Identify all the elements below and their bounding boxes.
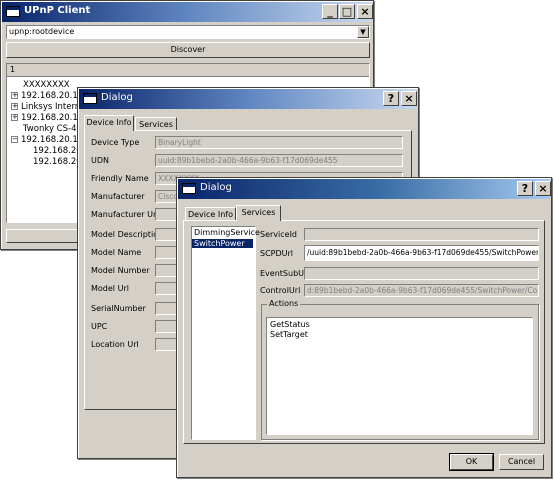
field-label: ControlUrl (260, 286, 301, 295)
field-label: Model Name (91, 248, 142, 257)
dialog2-titlebar[interactable]: Dialog ? × (178, 179, 551, 199)
dialog-icon (182, 183, 196, 194)
field-label: Friendly Name (91, 174, 149, 183)
field-label: EventSubUrl (260, 269, 310, 278)
field-label: Location Url (91, 340, 139, 349)
main-title: UPnP Client (24, 5, 91, 16)
field-label: Model Url (91, 284, 129, 293)
list-item[interactable]: SetTarget (268, 330, 308, 339)
field-label: Device Type (91, 138, 140, 147)
dialog1-title: Dialog (101, 92, 133, 103)
services-dialog: Dialog ? × Device Info Services DimmingS… (176, 177, 552, 478)
help-button[interactable]: ? (383, 91, 399, 106)
service-list[interactable]: DimmingService SwitchPower (191, 226, 260, 440)
main-titlebar[interactable]: UPnP Client _ □ × (2, 2, 373, 22)
cancel-button[interactable]: Cancel (499, 454, 544, 470)
dialog-icon (83, 93, 97, 104)
collapse-icon[interactable]: − (11, 136, 18, 143)
maximize-button[interactable]: □ (339, 4, 355, 19)
dialog1-titlebar[interactable]: Dialog ? × (79, 89, 417, 109)
tree-item[interactable]: 192.168.20 (33, 146, 82, 156)
tree-item[interactable]: Twonky CS-40 (23, 124, 82, 134)
field-label: UPC (91, 322, 108, 331)
tab-device-info[interactable]: Device Info (185, 207, 236, 221)
tree-count: 1 (10, 65, 16, 74)
scpd-url-field[interactable]: /uuid:89b1bebd-2a0b-466a-9b63-f17d069de4… (304, 245, 539, 261)
dialog2-title: Dialog (200, 182, 232, 193)
close-button[interactable]: × (357, 4, 373, 19)
field-label: ServiceId (260, 230, 298, 239)
close-button[interactable]: × (401, 91, 417, 106)
search-type-value: upnp:rootdevice (9, 27, 75, 36)
actions-list[interactable]: GetStatus SetTarget (266, 317, 533, 435)
help-button[interactable]: ? (517, 181, 533, 196)
tree-item[interactable]: +192.168.20.1 (11, 113, 78, 123)
field-label: UDN (91, 156, 109, 165)
field-label: SerialNumber (91, 304, 146, 313)
field-label: Model Description (91, 230, 164, 239)
device-type-field[interactable]: BinaryLight (155, 136, 403, 149)
event-sub-url-field[interactable] (304, 267, 539, 280)
list-item[interactable]: SwitchPower (192, 239, 253, 248)
expand-icon[interactable]: + (11, 103, 18, 110)
expand-icon[interactable]: + (11, 114, 18, 121)
udn-field[interactable]: uuid:89b1bebd-2a0b-466a-9b63-f17d069de45… (155, 154, 403, 167)
field-label: SCPDUrl (260, 249, 294, 258)
discover-button[interactable]: Discover (6, 42, 370, 58)
minimize-button[interactable]: _ (322, 4, 338, 19)
app-icon (6, 6, 20, 17)
search-type-combobox[interactable]: upnp:rootdevice ▼ (6, 25, 370, 39)
tree-header: 1 (7, 64, 369, 77)
tab-device-info[interactable]: Device Info (84, 115, 134, 131)
control-url-field[interactable]: d:89b1bebd-2a0b-466a-9b63-f17d069de455/S… (304, 284, 539, 297)
tree-item[interactable]: XXXXXXXX (23, 80, 70, 90)
service-id-field[interactable] (304, 228, 539, 241)
field-label: Model Number (91, 266, 150, 275)
tree-item[interactable]: + Linksys Intern (11, 102, 80, 112)
actions-label: Actions (267, 299, 301, 308)
field-label: Manufacturer Url (91, 210, 159, 219)
list-item[interactable]: DimmingService (192, 228, 260, 237)
chevron-down-icon[interactable]: ▼ (357, 26, 369, 38)
tree-item[interactable]: 192.168.20 (33, 157, 82, 167)
ok-button[interactable]: OK (449, 453, 494, 471)
close-button[interactable]: × (535, 181, 551, 196)
field-label: Manufacturer (91, 192, 145, 201)
expand-icon[interactable]: + (11, 92, 18, 99)
list-item[interactable]: GetStatus (268, 320, 310, 329)
tab-services[interactable]: Services (135, 117, 177, 131)
tree-item[interactable]: +192.168.20.1 (11, 91, 78, 101)
tab-services[interactable]: Services (236, 205, 281, 221)
tree-item[interactable]: −192.168.20.1 (11, 135, 78, 145)
